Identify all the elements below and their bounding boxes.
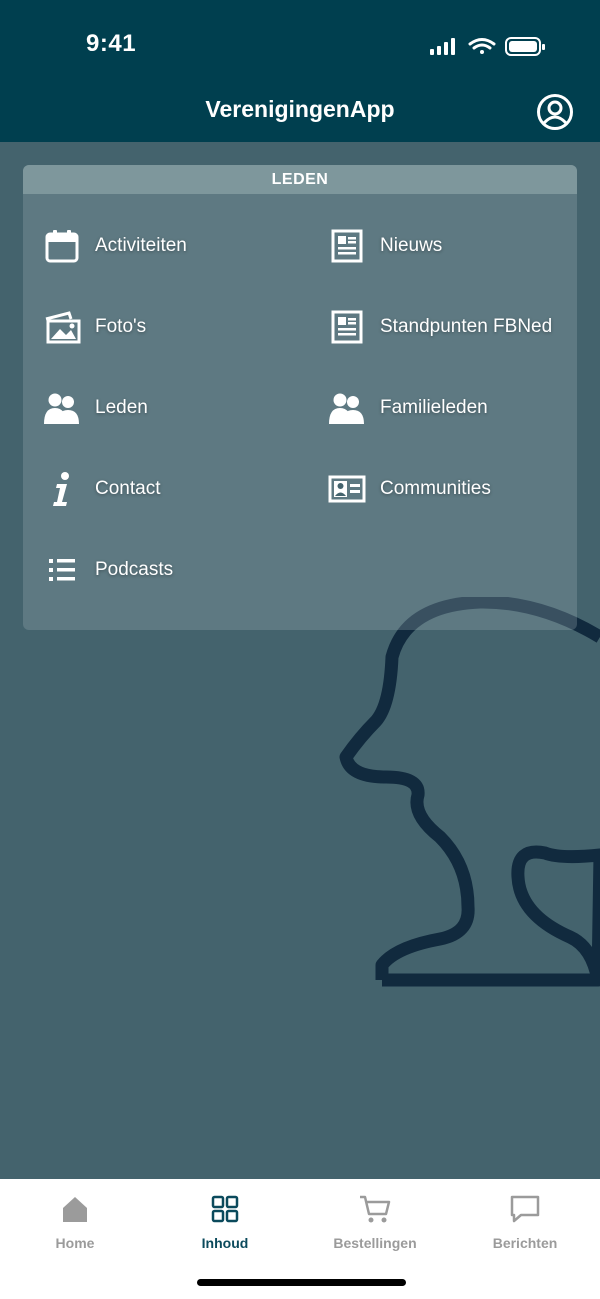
grid-icon [211, 1195, 239, 1223]
menu-item-nieuws[interactable]: Nieuws [328, 221, 442, 271]
menu-item-label: Leden [95, 397, 148, 418]
chat-icon [510, 1195, 540, 1223]
users-icon [328, 389, 366, 427]
menu-item-label: Communities [380, 478, 491, 499]
wifi-icon [468, 38, 496, 54]
photos-icon [43, 308, 81, 346]
menu-item-standpunten[interactable]: Standpunten FBNed [328, 302, 552, 352]
calendar-icon [43, 227, 81, 265]
menu-item-label: Podcasts [95, 559, 174, 580]
menu-item-familieleden[interactable]: Familieleden [328, 383, 488, 433]
tab-inhoud[interactable]: Inhoud [150, 1193, 300, 1255]
menu-item-activiteiten[interactable]: Activiteiten [43, 221, 187, 271]
tab-label: Bestellingen [333, 1235, 417, 1251]
tab-home[interactable]: Home [0, 1193, 150, 1255]
menu-item-contact[interactable]: Contact [43, 464, 160, 514]
battery-icon [505, 37, 545, 56]
menu-item-fotos[interactable]: Foto's [43, 302, 146, 352]
menu-item-label: Foto's [95, 316, 147, 337]
leden-card: LEDEN Activiteiten Nieuws Foto's Standpu… [23, 165, 577, 630]
users-icon [43, 389, 81, 427]
signal-icon [430, 38, 455, 55]
menu-item-label: Familieleden [380, 397, 488, 418]
tab-label: Home [55, 1235, 95, 1251]
menu-item-label: Nieuws [380, 235, 443, 256]
newspaper-icon [328, 308, 366, 346]
home-icon [63, 1197, 87, 1222]
tab-berichten[interactable]: Berichten [450, 1193, 600, 1255]
menu-item-label: Activiteiten [95, 235, 187, 256]
app-title: VerenigingenApp [205, 96, 395, 122]
menu-item-leden[interactable]: Leden [43, 383, 148, 433]
tab-bar: Home Inhoud Bestellingen Berichten [0, 1179, 600, 1299]
cart-icon [360, 1195, 391, 1223]
tab-label: Berichten [492, 1235, 558, 1251]
content-area: LEDEN Activiteiten Nieuws Foto's Standpu… [0, 142, 600, 1179]
menu-item-label: Contact [95, 478, 161, 499]
tab-label: Inhoud [201, 1235, 249, 1251]
status-icons [430, 36, 546, 56]
menu-item-label: Standpunten FBNed [380, 316, 553, 337]
menu-item-podcasts[interactable]: Podcasts [43, 545, 173, 595]
newspaper-icon [328, 227, 366, 265]
id-card-icon [328, 470, 366, 508]
profile-button[interactable] [536, 93, 574, 131]
home-indicator[interactable] [197, 1279, 406, 1286]
account-circle-icon [537, 94, 573, 130]
list-icon [43, 551, 81, 589]
card-heading: LEDEN [23, 165, 577, 194]
head-silhouette-graphic [339, 597, 600, 987]
menu-item-communities[interactable]: Communities [328, 464, 491, 514]
info-icon [43, 470, 81, 508]
tab-bestellingen[interactable]: Bestellingen [300, 1193, 450, 1255]
status-time: 9:41 [86, 30, 137, 57]
app-header: 9:41 VerenigingenApp [0, 0, 600, 142]
